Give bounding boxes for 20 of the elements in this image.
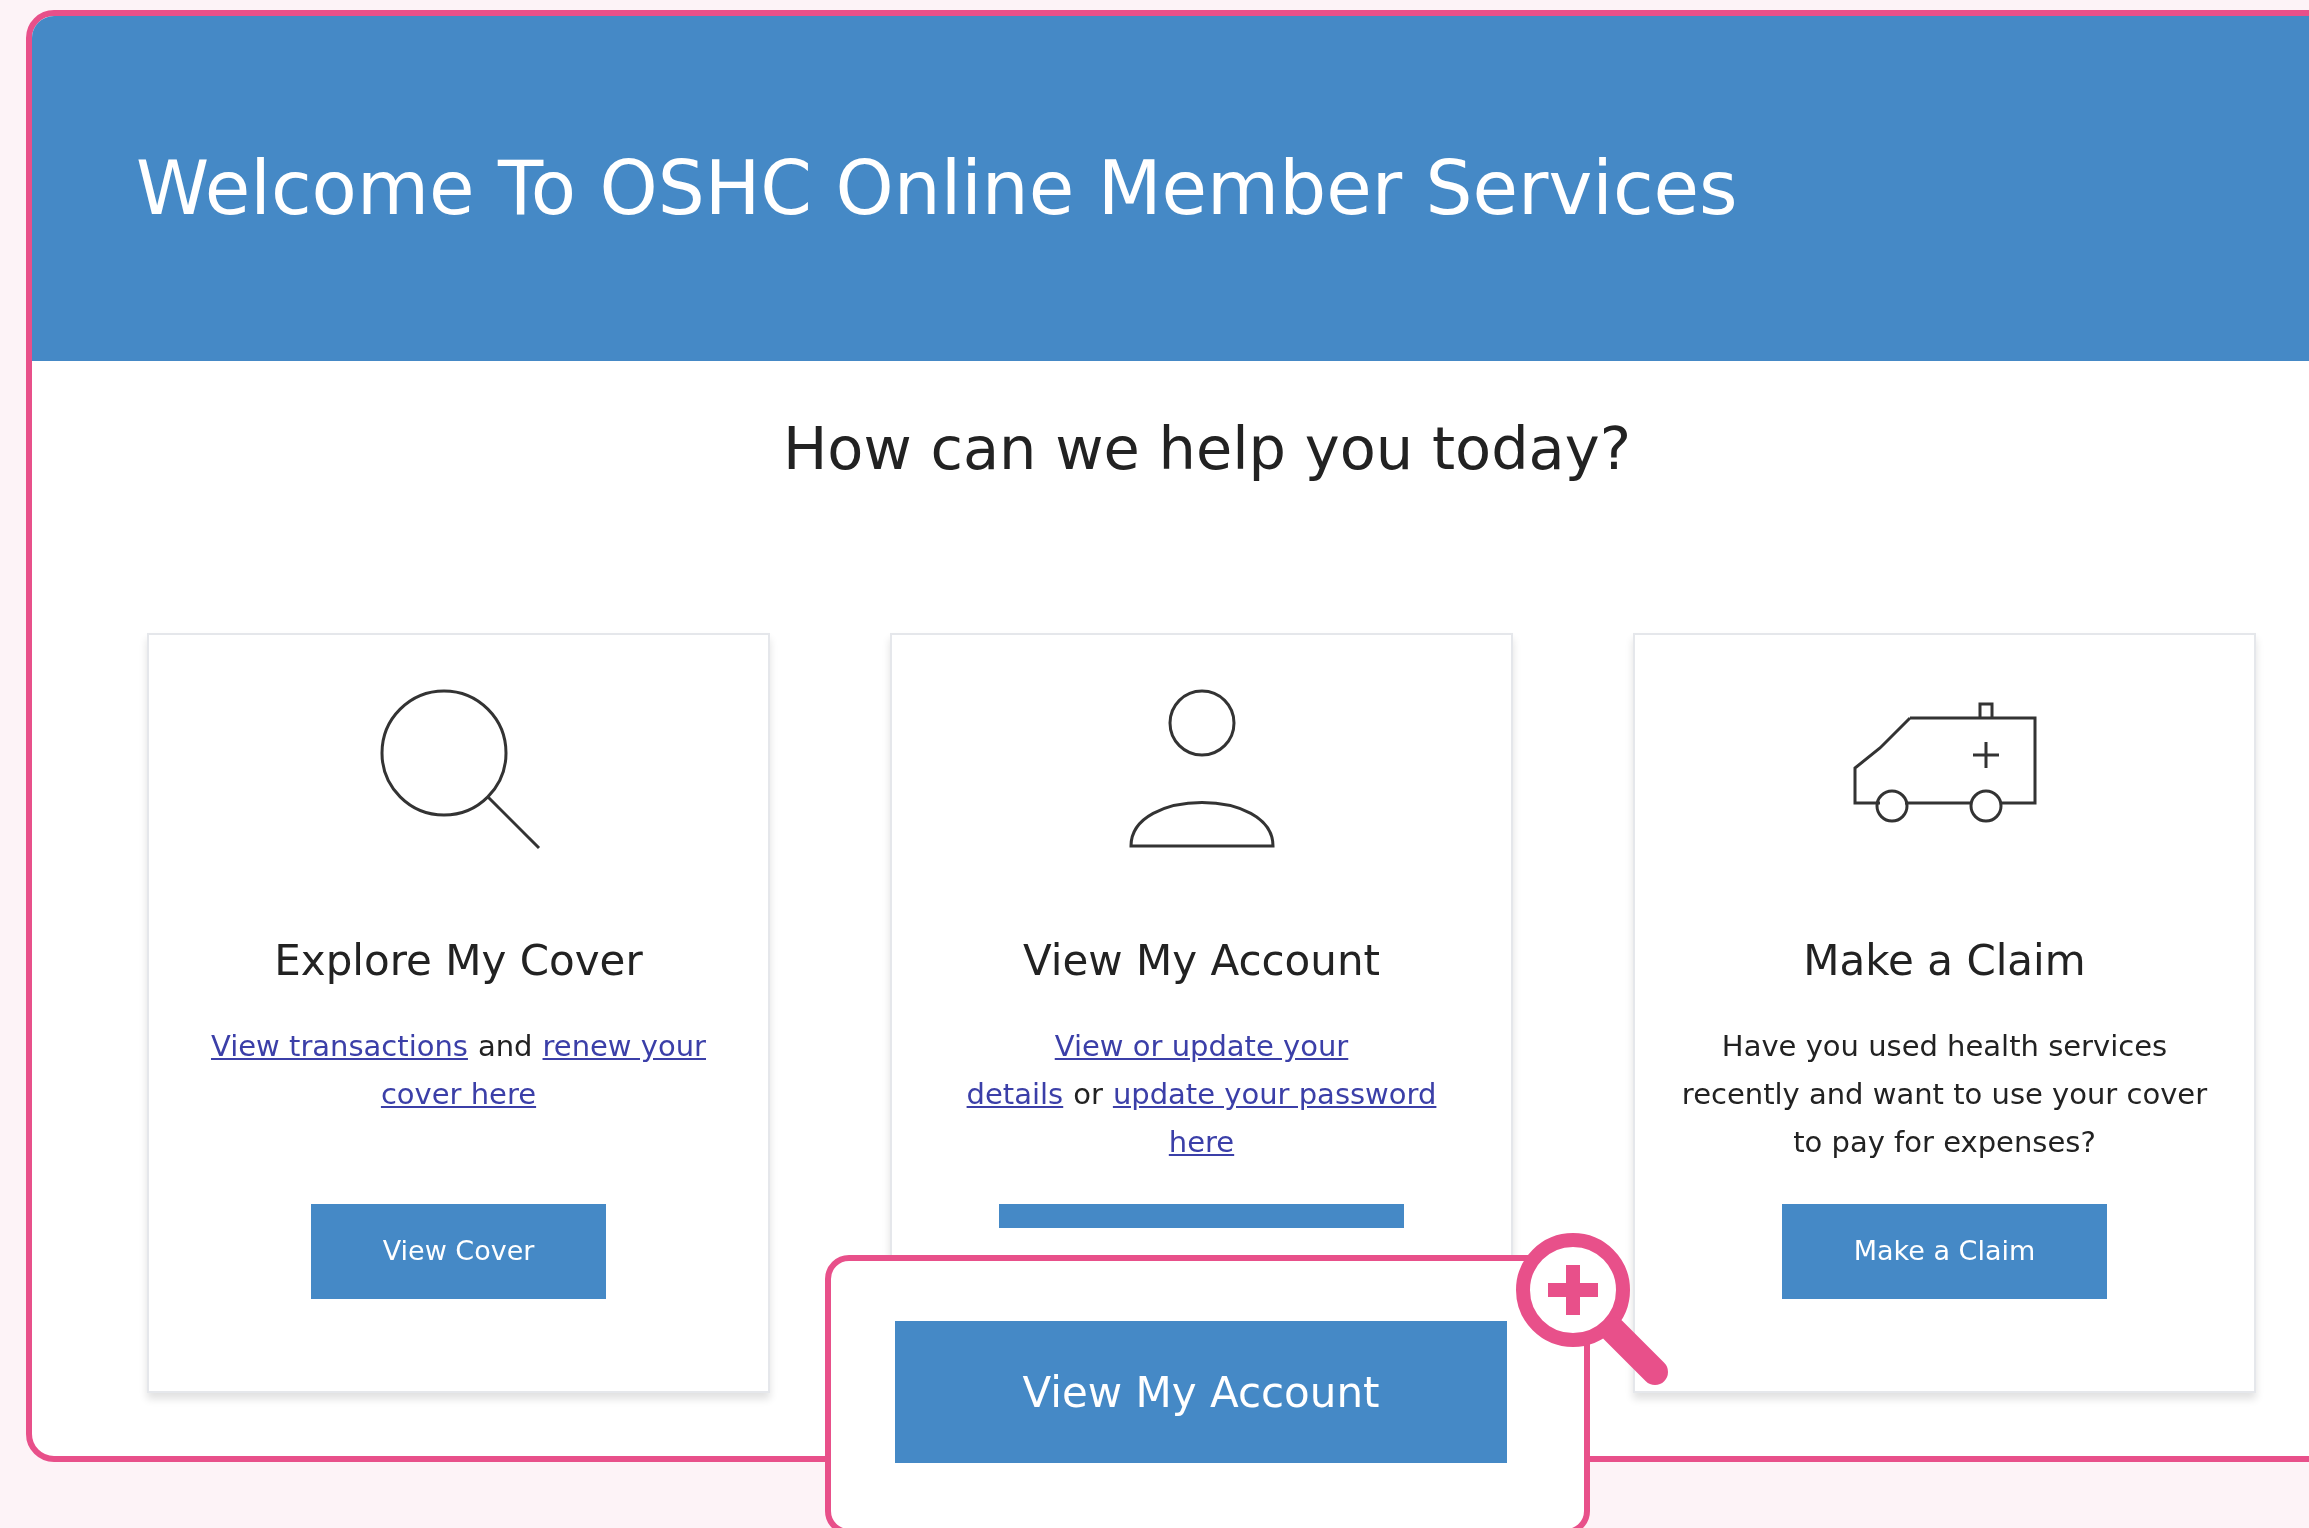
- card-text: recently and want to use your cover: [1681, 1076, 2208, 1113]
- text-link[interactable]: View transactions: [211, 1022, 468, 1070]
- card-text: and: [477, 1028, 533, 1065]
- covered-button[interactable]: [999, 1204, 1404, 1228]
- text-link[interactable]: renew your: [542, 1022, 706, 1070]
- text-link[interactable]: View or update your: [1054, 1022, 1349, 1070]
- card-button[interactable]: Make a Claim: [1781, 1204, 2108, 1299]
- page-title: Welcome To OSHC Online Member Services: [136, 144, 1738, 233]
- card-text: Have you used health services: [1721, 1028, 2168, 1065]
- text-link[interactable]: details: [966, 1070, 1064, 1118]
- card-title: Explore My Cover: [274, 940, 643, 982]
- card-button[interactable]: View Cover: [310, 1204, 607, 1299]
- card-text: to pay for expenses?: [1793, 1124, 2096, 1161]
- text-link[interactable]: update your password: [1112, 1070, 1437, 1118]
- view-account-button[interactable]: View My Account: [895, 1321, 1507, 1463]
- card-title: View My Account: [1022, 940, 1380, 982]
- text-link[interactable]: here: [1168, 1118, 1235, 1166]
- card-title: Make a Claim: [1803, 940, 2086, 982]
- card-text: or: [1073, 1076, 1103, 1113]
- text-link[interactable]: cover here: [380, 1070, 537, 1118]
